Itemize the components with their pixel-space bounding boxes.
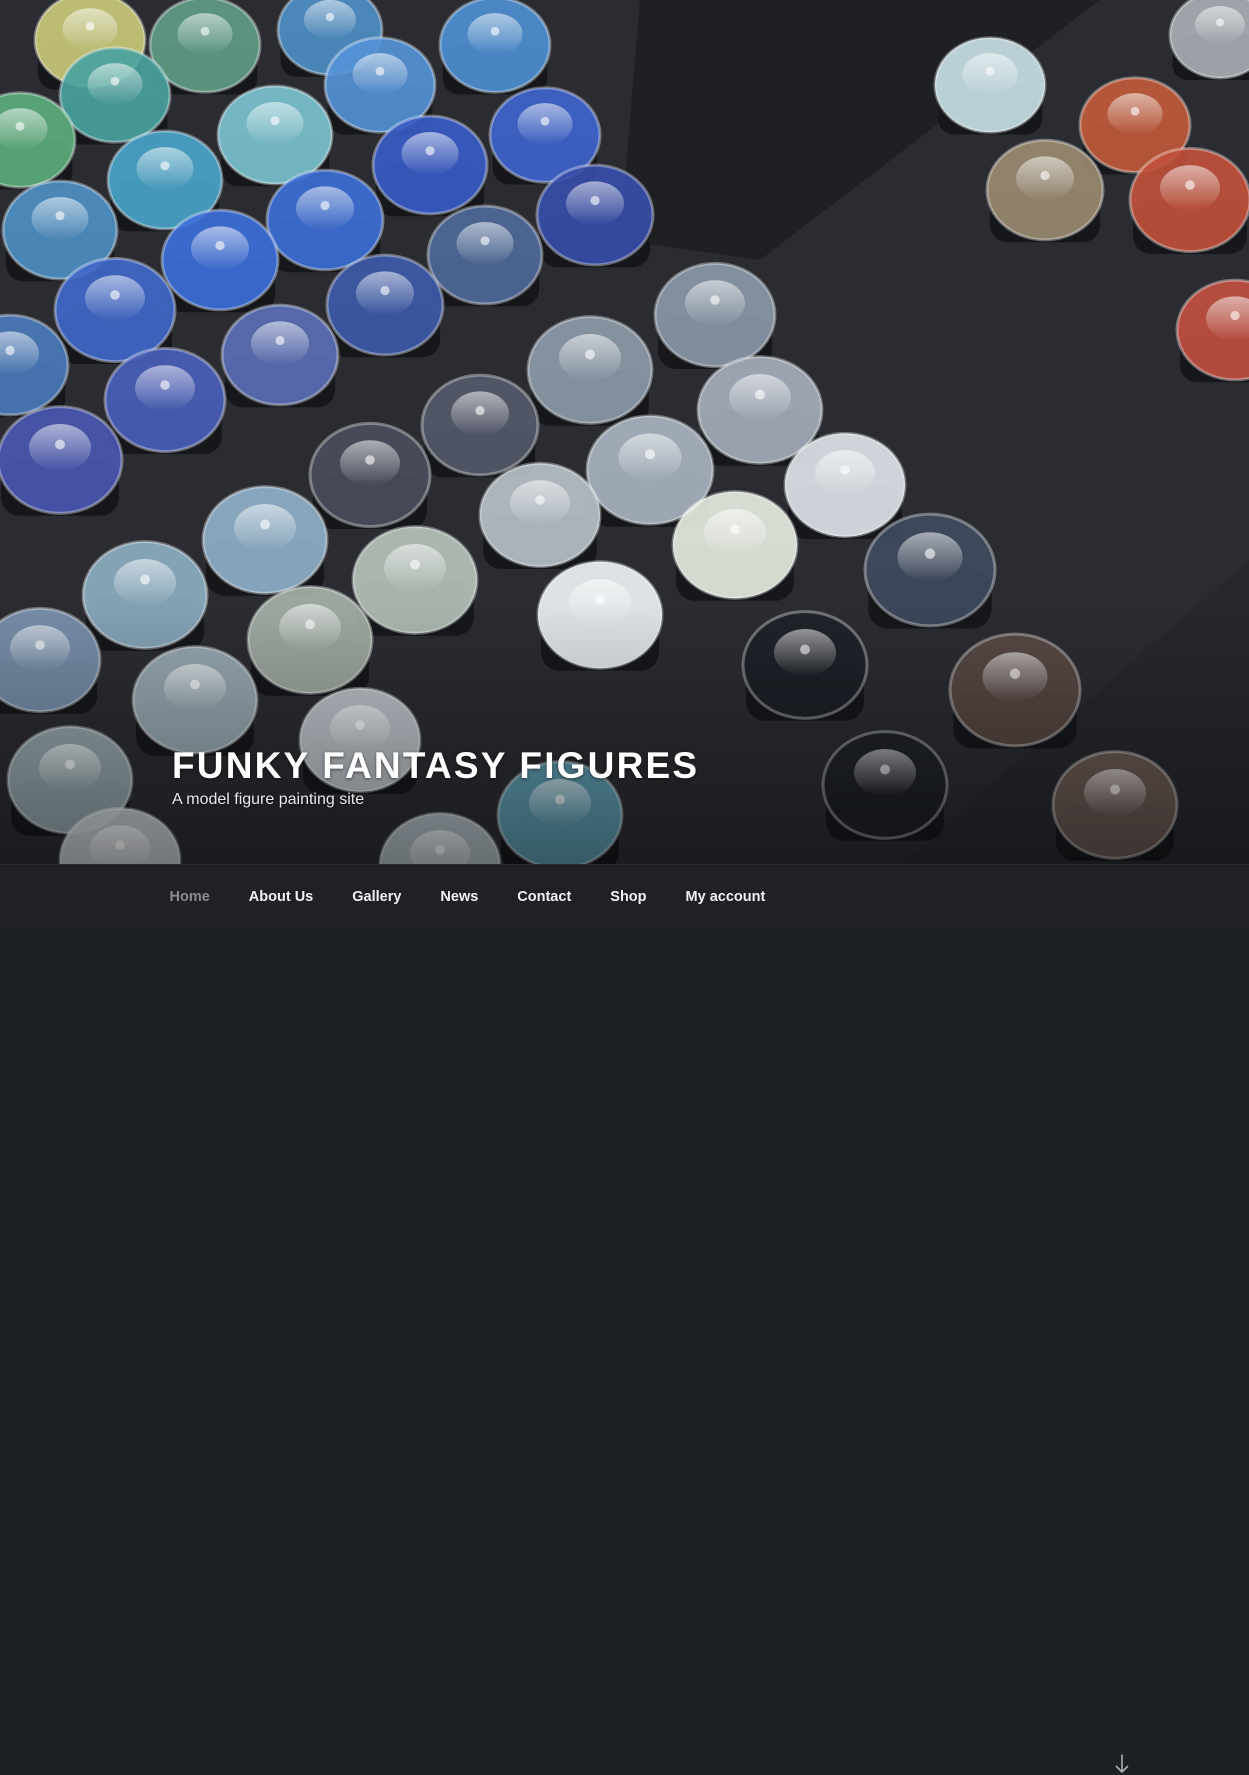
site-branding: FUNKY FANTASY FIGURES A model figure pai… [172, 747, 699, 808]
nav-item-home[interactable]: Home [150, 865, 229, 929]
hero-overlay [0, 604, 1249, 864]
arrow-down-icon [1115, 1754, 1129, 1774]
nav-menu: Home About Us Gallery News Contact Shop … [150, 865, 785, 929]
nav-item-shop[interactable]: Shop [591, 865, 666, 929]
nav-item-gallery[interactable]: Gallery [333, 865, 421, 929]
site-title[interactable]: FUNKY FANTASY FIGURES [172, 747, 699, 784]
main-navigation: Home About Us Gallery News Contact Shop … [0, 864, 1249, 929]
nav-item-news[interactable]: News [421, 865, 498, 929]
header-media: FUNKY FANTASY FIGURES A model figure pai… [0, 0, 1249, 864]
scroll-down-button[interactable] [1112, 1753, 1132, 1775]
nav-item-contact[interactable]: Contact [498, 865, 591, 929]
nav-item-about-us[interactable]: About Us [229, 865, 332, 929]
nav-item-my-account[interactable]: My account [666, 865, 785, 929]
site-description: A model figure painting site [172, 792, 699, 808]
